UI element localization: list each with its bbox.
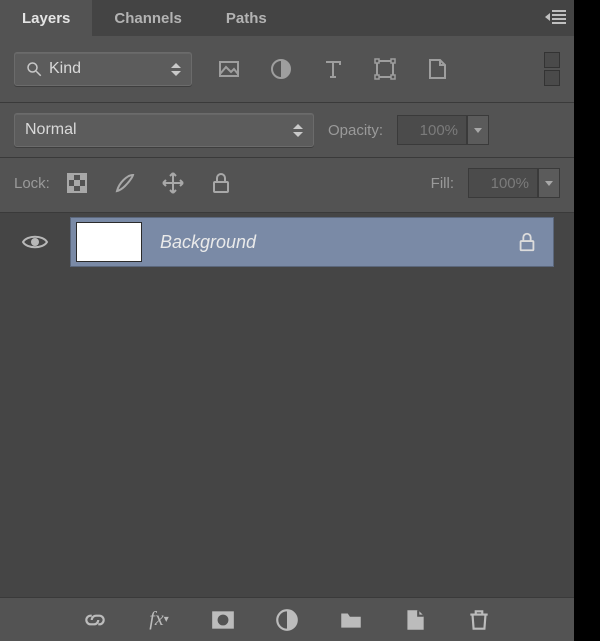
layer-name-label: Background [160,232,498,253]
layer-item[interactable]: Background [70,217,554,267]
fill-dropdown-button[interactable] [538,168,560,198]
fill-value[interactable]: 100% [468,168,538,198]
lock-icon [516,231,538,253]
delete-layer-button[interactable] [466,607,492,633]
link-layers-button[interactable] [82,607,108,633]
search-icon [25,60,43,78]
opacity-label: Opacity: [328,122,383,139]
lock-all-icon[interactable] [208,170,234,196]
filter-kind-dropdown[interactable]: Kind [14,52,192,86]
layer-fx-button[interactable]: fx▾ [146,607,172,633]
blend-mode-dropdown[interactable]: Normal [14,113,314,147]
layer-thumbnail[interactable] [76,222,142,262]
lock-transparency-icon[interactable] [64,170,90,196]
panel-tabbar: Layers Channels Paths [0,0,574,36]
opacity-dropdown-button[interactable] [467,115,489,145]
layers-footer: fx▾ [0,597,574,641]
lock-position-icon[interactable] [160,170,186,196]
tab-paths[interactable]: Paths [204,0,289,36]
opacity-value[interactable]: 100% [397,115,467,145]
new-group-button[interactable] [338,607,364,633]
lock-label: Lock: [14,175,50,192]
add-mask-button[interactable] [210,607,236,633]
lock-bar: Lock: Fill: 100% [0,158,574,213]
filter-kind-label: Kind [49,60,81,78]
stepper-icon [293,124,303,137]
fill-label: Fill: [431,175,454,192]
panel-menu-button[interactable] [545,10,566,24]
adjustment-filter-icon[interactable] [268,56,294,82]
blend-bar: Normal Opacity: 100% [0,103,574,158]
filter-bar: Kind [0,36,574,103]
shape-filter-icon[interactable] [372,56,398,82]
pixel-filter-icon[interactable] [216,56,242,82]
new-adjustment-layer-button[interactable] [274,607,300,633]
smartobject-filter-icon[interactable] [424,56,450,82]
tab-layers[interactable]: Layers [0,0,92,36]
type-filter-icon[interactable] [320,56,346,82]
visibility-toggle-icon[interactable] [21,233,49,251]
filter-toggle[interactable] [544,52,560,86]
layers-panel: Layers Channels Paths Kind [0,0,574,641]
tab-channels[interactable]: Channels [92,0,204,36]
lock-pixels-icon[interactable] [112,170,138,196]
new-layer-button[interactable] [402,607,428,633]
blend-mode-value: Normal [25,121,77,139]
layer-row[interactable]: Background [0,213,574,271]
stepper-icon [171,63,181,76]
layers-list: Background [0,213,574,597]
